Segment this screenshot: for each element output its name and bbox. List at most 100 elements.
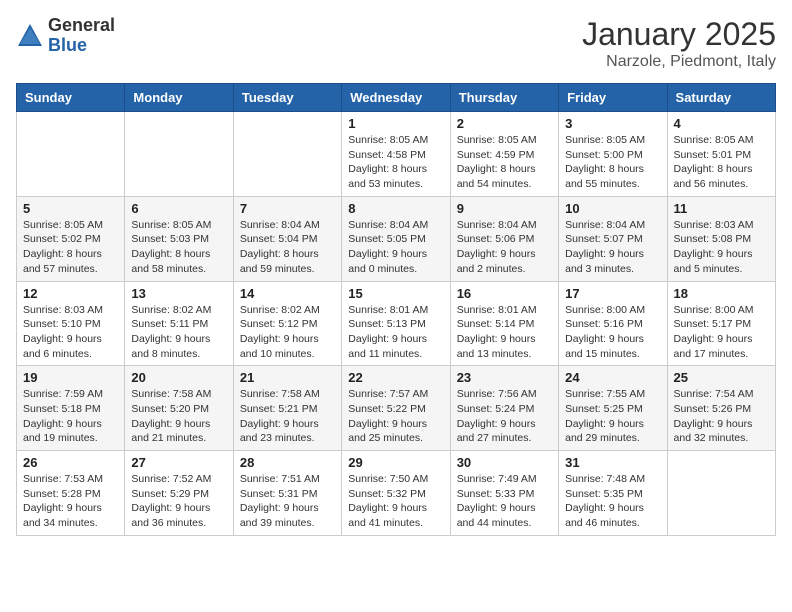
day-info: Sunrise: 8:00 AMSunset: 5:17 PMDaylight:… (674, 303, 769, 362)
calendar-week-2: 5 Sunrise: 8:05 AMSunset: 5:02 PMDaylight… (17, 196, 776, 281)
day-number: 3 (565, 116, 660, 131)
calendar-cell: 9 Sunrise: 8:04 AMSunset: 5:06 PMDaylight… (450, 196, 558, 281)
day-number: 12 (23, 286, 118, 301)
calendar-cell: 19Sunrise: 7:59 AMSunset: 5:18 PMDayligh… (17, 366, 125, 451)
calendar-cell: 4 Sunrise: 8:05 AMSunset: 5:01 PMDaylight… (667, 112, 775, 197)
day-info: Sunrise: 7:58 AMSunset: 5:21 PMDaylight:… (240, 387, 335, 446)
calendar-cell: 27Sunrise: 7:52 AMSunset: 5:29 PMDayligh… (125, 451, 233, 536)
calendar-cell: 5 Sunrise: 8:05 AMSunset: 5:02 PMDaylight… (17, 196, 125, 281)
calendar-cell: 20 Sunrise: 7:58 AMSunset: 5:20 PMDayligh… (125, 366, 233, 451)
title-block: January 2025 Narzole, Piedmont, Italy (582, 16, 776, 71)
calendar-week-1: 1 Sunrise: 8:05 AMSunset: 4:58 PMDaylight… (17, 112, 776, 197)
day-number: 15 (348, 286, 443, 301)
day-info: Sunrise: 7:50 AMSunset: 5:32 PMDaylight:… (348, 472, 443, 531)
calendar-cell (233, 112, 341, 197)
calendar-cell: 30Sunrise: 7:49 AMSunset: 5:33 PMDayligh… (450, 451, 558, 536)
calendar-cell: 12 Sunrise: 8:03 AMSunset: 5:10 PMDayligh… (17, 281, 125, 366)
page-header: General Blue January 2025 Narzole, Piedm… (16, 16, 776, 71)
calendar-cell (17, 112, 125, 197)
day-info: Sunrise: 7:57 AMSunset: 5:22 PMDaylight:… (348, 387, 443, 446)
day-number: 1 (348, 116, 443, 131)
day-number: 7 (240, 201, 335, 216)
calendar-cell: 14 Sunrise: 8:02 AMSunset: 5:12 PMDayligh… (233, 281, 341, 366)
calendar-cell: 31Sunrise: 7:48 AMSunset: 5:35 PMDayligh… (559, 451, 667, 536)
day-info: Sunrise: 8:02 AMSunset: 5:12 PMDaylight:… (240, 303, 335, 362)
day-info: Sunrise: 8:04 AMSunset: 5:07 PMDaylight:… (565, 218, 660, 277)
day-number: 8 (348, 201, 443, 216)
day-info: Sunrise: 8:05 AMSunset: 4:59 PMDaylight:… (457, 133, 552, 192)
logo-icon (16, 22, 44, 50)
col-tuesday: Tuesday (233, 84, 341, 112)
calendar-cell: 24 Sunrise: 7:55 AMSunset: 5:25 PMDayligh… (559, 366, 667, 451)
day-info: Sunrise: 7:58 AMSunset: 5:20 PMDaylight:… (131, 387, 226, 446)
col-thursday: Thursday (450, 84, 558, 112)
day-info: Sunrise: 7:56 AMSunset: 5:24 PMDaylight:… (457, 387, 552, 446)
logo: General Blue (16, 16, 115, 56)
calendar-cell: 13Sunrise: 8:02 AMSunset: 5:11 PMDayligh… (125, 281, 233, 366)
day-info: Sunrise: 7:53 AMSunset: 5:28 PMDaylight:… (23, 472, 118, 531)
day-number: 20 (131, 370, 226, 385)
logo-blue-text: Blue (48, 36, 115, 56)
day-info: Sunrise: 8:05 AMSunset: 5:03 PMDaylight:… (131, 218, 226, 277)
day-info: Sunrise: 8:01 AMSunset: 5:14 PMDaylight:… (457, 303, 552, 362)
calendar-cell: 6Sunrise: 8:05 AMSunset: 5:03 PMDaylight… (125, 196, 233, 281)
calendar-cell: 16 Sunrise: 8:01 AMSunset: 5:14 PMDayligh… (450, 281, 558, 366)
day-info: Sunrise: 8:04 AMSunset: 5:05 PMDaylight:… (348, 218, 443, 277)
day-number: 4 (674, 116, 769, 131)
calendar-cell: 25 Sunrise: 7:54 AMSunset: 5:26 PMDayligh… (667, 366, 775, 451)
day-number: 26 (23, 455, 118, 470)
calendar-week-5: 26 Sunrise: 7:53 AMSunset: 5:28 PMDayligh… (17, 451, 776, 536)
day-info: Sunrise: 8:05 AMSunset: 5:01 PMDaylight:… (674, 133, 769, 192)
col-sunday: Sunday (17, 84, 125, 112)
day-info: Sunrise: 8:04 AMSunset: 5:04 PMDaylight:… (240, 218, 335, 277)
calendar-subtitle: Narzole, Piedmont, Italy (582, 53, 776, 71)
day-number: 24 (565, 370, 660, 385)
col-friday: Friday (559, 84, 667, 112)
calendar-cell: 18 Sunrise: 8:00 AMSunset: 5:17 PMDayligh… (667, 281, 775, 366)
day-number: 9 (457, 201, 552, 216)
day-number: 10 (565, 201, 660, 216)
day-info: Sunrise: 8:03 AMSunset: 5:08 PMDaylight:… (674, 218, 769, 277)
calendar-cell: 15 Sunrise: 8:01 AMSunset: 5:13 PMDayligh… (342, 281, 450, 366)
day-info: Sunrise: 7:52 AMSunset: 5:29 PMDaylight:… (131, 472, 226, 531)
day-number: 25 (674, 370, 769, 385)
header-row: Sunday Monday Tuesday Wednesday Thursday… (17, 84, 776, 112)
day-number: 14 (240, 286, 335, 301)
col-saturday: Saturday (667, 84, 775, 112)
day-number: 11 (674, 201, 769, 216)
calendar-cell: 1 Sunrise: 8:05 AMSunset: 4:58 PMDaylight… (342, 112, 450, 197)
day-number: 19 (23, 370, 118, 385)
calendar-week-4: 19Sunrise: 7:59 AMSunset: 5:18 PMDayligh… (17, 366, 776, 451)
day-info: Sunrise: 7:54 AMSunset: 5:26 PMDaylight:… (674, 387, 769, 446)
calendar-header: Sunday Monday Tuesday Wednesday Thursday… (17, 84, 776, 112)
day-number: 17 (565, 286, 660, 301)
day-number: 28 (240, 455, 335, 470)
day-number: 22 (348, 370, 443, 385)
day-info: Sunrise: 8:04 AMSunset: 5:06 PMDaylight:… (457, 218, 552, 277)
day-info: Sunrise: 8:05 AMSunset: 5:00 PMDaylight:… (565, 133, 660, 192)
calendar-cell: 23Sunrise: 7:56 AMSunset: 5:24 PMDayligh… (450, 366, 558, 451)
day-number: 13 (131, 286, 226, 301)
day-info: Sunrise: 8:00 AMSunset: 5:16 PMDaylight:… (565, 303, 660, 362)
day-number: 18 (674, 286, 769, 301)
day-info: Sunrise: 7:55 AMSunset: 5:25 PMDaylight:… (565, 387, 660, 446)
day-info: Sunrise: 8:01 AMSunset: 5:13 PMDaylight:… (348, 303, 443, 362)
col-wednesday: Wednesday (342, 84, 450, 112)
calendar-cell: 17 Sunrise: 8:00 AMSunset: 5:16 PMDayligh… (559, 281, 667, 366)
day-number: 16 (457, 286, 552, 301)
calendar-cell (125, 112, 233, 197)
day-info: Sunrise: 7:49 AMSunset: 5:33 PMDaylight:… (457, 472, 552, 531)
day-number: 2 (457, 116, 552, 131)
day-number: 5 (23, 201, 118, 216)
day-info: Sunrise: 8:03 AMSunset: 5:10 PMDaylight:… (23, 303, 118, 362)
day-info: Sunrise: 8:05 AMSunset: 5:02 PMDaylight:… (23, 218, 118, 277)
calendar-cell: 28Sunrise: 7:51 AMSunset: 5:31 PMDayligh… (233, 451, 341, 536)
calendar-table: Sunday Monday Tuesday Wednesday Thursday… (16, 83, 776, 536)
day-info: Sunrise: 8:05 AMSunset: 4:58 PMDaylight:… (348, 133, 443, 192)
day-number: 21 (240, 370, 335, 385)
calendar-cell: 11 Sunrise: 8:03 AMSunset: 5:08 PMDayligh… (667, 196, 775, 281)
calendar-cell: 3 Sunrise: 8:05 AMSunset: 5:00 PMDaylight… (559, 112, 667, 197)
calendar-cell: 21 Sunrise: 7:58 AMSunset: 5:21 PMDayligh… (233, 366, 341, 451)
calendar-cell: 8 Sunrise: 8:04 AMSunset: 5:05 PMDaylight… (342, 196, 450, 281)
calendar-cell (667, 451, 775, 536)
